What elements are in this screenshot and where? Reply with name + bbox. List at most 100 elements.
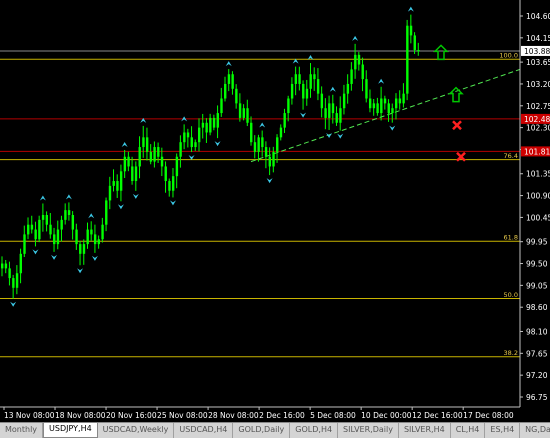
tab-gold-daily[interactable]: GOLD,Daily — [233, 423, 291, 438]
candle-body — [320, 93, 324, 109]
candle-body — [257, 137, 260, 152]
candle-body — [205, 122, 208, 133]
y-tick-label: 103.65 — [526, 58, 550, 67]
y-tick-label: 99.05 — [526, 281, 548, 290]
candle-body — [253, 142, 257, 152]
candle-body — [272, 151, 275, 167]
candle-body — [157, 147, 160, 157]
candle-body — [276, 137, 279, 152]
candle-body — [41, 214, 45, 220]
candle-body — [45, 214, 49, 225]
fib-level-label: 76.4 — [504, 152, 518, 160]
candle-body — [197, 127, 201, 143]
candle-body — [250, 122, 253, 143]
candle-body — [79, 244, 82, 254]
tab-usdjpy-h4[interactable]: USDJPY,H4 — [43, 423, 98, 438]
candle-body — [294, 74, 298, 84]
candle-body — [342, 93, 346, 109]
candle-body — [391, 108, 394, 114]
candle-body — [316, 79, 320, 94]
candle-body — [4, 263, 8, 269]
candle-body — [409, 25, 413, 36]
candle-body — [287, 98, 290, 114]
candle-body — [134, 166, 138, 182]
candle-body — [201, 122, 205, 128]
tab-monthly[interactable]: Monthly — [0, 423, 44, 438]
candle-body — [238, 103, 242, 118]
candle-body — [361, 64, 364, 80]
candle-body — [168, 181, 171, 191]
tab-silver-h4[interactable]: SILVER,H4 — [398, 423, 451, 438]
candle-body — [406, 25, 409, 94]
chart-background — [0, 0, 550, 422]
tab-gold-h4[interactable]: GOLD,H4 — [290, 423, 339, 438]
candle-body — [246, 108, 249, 123]
candle-body — [8, 268, 11, 279]
x-tick-label: 17 Dec 08:00 — [463, 411, 514, 420]
tab-ng-daily[interactable]: NG,Daily — [520, 423, 550, 438]
candle-body — [372, 103, 376, 109]
candle-body — [82, 244, 86, 254]
candle-body — [53, 234, 56, 245]
candle-body — [220, 98, 223, 114]
candle-body — [324, 108, 327, 118]
price-box-label: 103.88 — [524, 47, 550, 56]
candle-body — [279, 127, 283, 138]
candle-body — [368, 98, 372, 109]
fib-level-label: 61.8 — [504, 234, 518, 242]
candle-body — [224, 83, 227, 99]
candle-body — [86, 229, 89, 245]
candle-body — [398, 98, 402, 104]
candle-body — [56, 229, 60, 245]
candle-body — [175, 156, 179, 177]
candle-body — [142, 137, 145, 148]
tab-es-h4[interactable]: ES,H4 — [485, 423, 521, 438]
y-tick-label: 99.50 — [526, 260, 548, 269]
candle-body — [298, 74, 301, 84]
y-tick-label: 98.60 — [526, 303, 548, 312]
candle-body — [145, 137, 149, 152]
candle-body — [138, 147, 141, 167]
candle-body — [60, 219, 63, 230]
candle-body — [160, 156, 164, 167]
candle-body — [186, 132, 190, 138]
candle-body — [30, 224, 34, 230]
candle-body — [93, 234, 97, 245]
candle-body — [302, 83, 305, 99]
candle-body — [75, 229, 78, 245]
candle-body — [116, 181, 119, 191]
chart-tabs: Monthly USDJPY,H4 USDCAD,Weekly USDCAD,H4 GO… — [0, 422, 550, 438]
candle-body — [23, 234, 26, 254]
x-tick-label: 20 Nov 16:00 — [106, 411, 157, 420]
candle-body — [354, 54, 357, 70]
candle-body — [67, 210, 71, 215]
candle-body — [313, 74, 316, 80]
candle-body — [309, 74, 312, 89]
candle-body — [1, 263, 4, 269]
x-tick-label: 2 Dec 16:00 — [259, 411, 305, 420]
tab-usdcad-h4[interactable]: USDCAD,H4 — [174, 423, 234, 438]
tab-usdcad-weekly[interactable]: USDCAD,Weekly — [97, 423, 175, 438]
candle-body — [105, 200, 108, 225]
tab-silver-daily[interactable]: SILVER,Daily — [338, 423, 399, 438]
candle-body — [305, 88, 309, 99]
candle-body — [387, 103, 390, 114]
candle-body — [346, 83, 350, 94]
y-tick-label: 97.20 — [526, 371, 548, 380]
y-tick-label: 96.75 — [526, 393, 548, 402]
candle-body — [131, 166, 134, 182]
candle-body — [268, 156, 272, 167]
candle-body — [153, 147, 156, 162]
candle-body — [171, 176, 175, 191]
candle-body — [49, 224, 52, 235]
tab-cl-h4[interactable]: CL,H4 — [450, 423, 486, 438]
candle-body — [328, 103, 331, 118]
candle-body — [231, 74, 234, 89]
candle-body — [119, 171, 123, 191]
candle-body — [227, 74, 231, 84]
candle-body — [216, 113, 219, 128]
candle-body — [34, 229, 37, 240]
candle-body — [376, 103, 379, 114]
candle-body — [71, 214, 75, 230]
price-chart[interactable]: 100.0 76.4 61.8 50.0 38.2 104.60 104.15 103.65… — [0, 0, 550, 422]
